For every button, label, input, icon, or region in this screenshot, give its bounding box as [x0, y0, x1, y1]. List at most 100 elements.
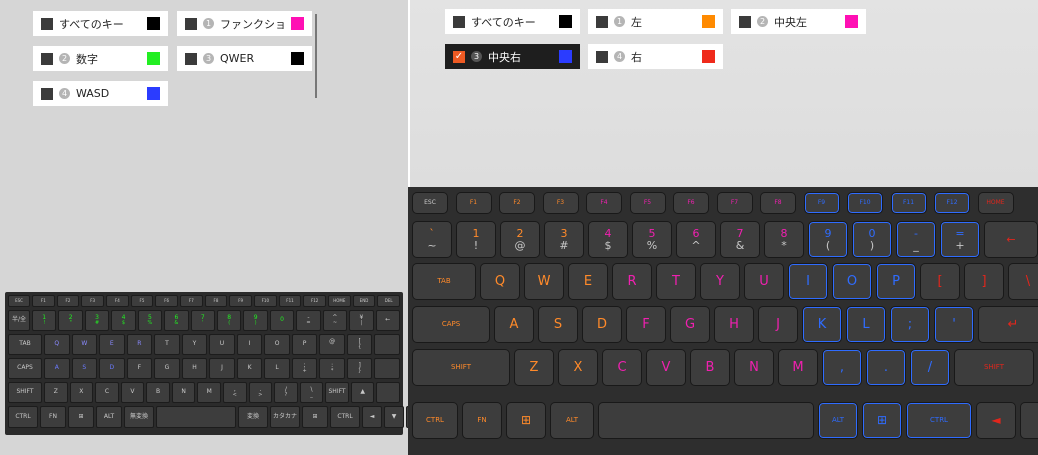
number-key: 7 & — [720, 221, 760, 258]
key-legend: SHIFT — [984, 362, 1004, 371]
fn-key: F10 — [847, 192, 883, 214]
key-legend: I — [248, 340, 251, 348]
left-zone-chip[interactable]: 1 ファンクショ... — [177, 11, 312, 36]
mini-key: J — [209, 358, 235, 379]
zone-color-swatch[interactable] — [291, 17, 304, 30]
key-shift-legend: { — [358, 344, 362, 351]
mini-key: T — [154, 334, 180, 355]
key-legend: F1 — [469, 198, 478, 206]
letter-key: Z — [514, 349, 554, 386]
mini-key: Q — [44, 334, 70, 355]
mini-key: ⊞ — [68, 406, 94, 428]
zone-color-swatch[interactable] — [702, 15, 715, 28]
key-legend: W — [537, 273, 551, 289]
zone-color-swatch[interactable] — [147, 52, 160, 65]
zone-number-badge: 2 — [59, 53, 70, 64]
fn-key: HOME — [977, 192, 1014, 214]
zone-color-swatch[interactable] — [147, 87, 160, 100]
zone-color-swatch[interactable] — [559, 50, 572, 63]
key-legend: I — [806, 273, 810, 289]
right-zone-chip[interactable]: 2 中央左 — [731, 9, 866, 34]
key-legend: F11 — [286, 297, 294, 303]
mini-key: DEL — [377, 295, 400, 307]
key-legend: 1 — [472, 226, 480, 240]
key-legend: K — [817, 316, 827, 332]
mini-key: [{ — [346, 334, 373, 355]
mini-key: ▼ — [384, 406, 404, 428]
key-legend: P — [302, 340, 307, 348]
key-legend: P — [892, 273, 900, 289]
checkbox-icon[interactable] — [739, 15, 751, 28]
left-zone-chip[interactable]: すべてのキー — [33, 11, 168, 36]
left-lighting-panel: すべてのキー1ファンクショ...2数字3QWER4WASD ESCF1F2F3F… — [0, 0, 408, 455]
modifier-key: ALT — [550, 402, 594, 439]
letter-key: / — [910, 349, 950, 386]
checkbox-icon[interactable] — [185, 17, 197, 30]
key-legend: ◄ — [369, 412, 375, 420]
zone-color-swatch[interactable] — [291, 52, 304, 65]
zone-label: WASD — [76, 87, 110, 100]
checkbox-icon[interactable] — [596, 50, 608, 63]
left-zone-chip[interactable]: 3 QWER — [177, 46, 312, 71]
checkbox-icon[interactable] — [41, 87, 53, 100]
key-legend: F8 — [774, 198, 782, 206]
letter-key: U — [744, 263, 784, 300]
mini-key: F3 — [81, 295, 104, 307]
key-legend: D — [109, 364, 115, 372]
key-legend: カタカナ — [272, 412, 297, 420]
zone-color-swatch[interactable] — [702, 50, 715, 63]
key-legend: \ — [1025, 273, 1031, 289]
key-legend: C — [104, 388, 110, 396]
letter-key: B — [690, 349, 730, 386]
letter-key: ' — [934, 306, 974, 343]
right-zone-chip[interactable]: 1左 — [588, 9, 723, 34]
key-shift-legend: # — [94, 320, 100, 327]
zone-color-swatch[interactable] — [147, 17, 160, 30]
zone-color-swatch[interactable] — [559, 15, 572, 28]
key-legend: H — [729, 316, 739, 332]
key-legend: D — [596, 316, 607, 332]
mini-key: . > — [248, 382, 273, 403]
mini-key: F — [126, 358, 153, 379]
zone-color-swatch[interactable] — [845, 15, 858, 28]
mini-key: 2 " — [58, 310, 83, 331]
right-zone-chip[interactable]: ✓ 3 中央右 — [445, 44, 580, 69]
mini-key: SHIFT — [8, 382, 42, 403]
key-shift-legend: = — [306, 320, 311, 327]
modifier-key: ◄ — [976, 402, 1016, 439]
number-key: 9( — [808, 221, 848, 258]
checkbox-icon[interactable] — [41, 52, 53, 65]
checkbox-icon[interactable] — [453, 15, 465, 28]
letter-key: , — [822, 349, 862, 386]
zone-list-scrollbar[interactable] — [315, 14, 317, 98]
key-legend: F — [642, 316, 650, 332]
right-zone-chip[interactable]: 4右 — [588, 44, 723, 69]
number-key: 2 @ — [500, 221, 540, 258]
key-legend: HOME — [986, 198, 1005, 206]
checkbox-icon[interactable] — [41, 17, 53, 30]
right-zone-chip[interactable]: すべてのキー — [445, 9, 580, 34]
left-zone-chip[interactable]: 4 WASD — [33, 81, 168, 106]
key-legend: . — [883, 359, 889, 375]
mini-key — [156, 406, 236, 428]
key-legend: CAPS — [17, 364, 33, 372]
checkbox-icon[interactable] — [596, 15, 608, 28]
mini-key: @ ` — [319, 334, 345, 355]
key-legend: V — [130, 388, 135, 396]
key-legend: ALT — [565, 415, 578, 424]
key-shift-legend: @ — [514, 238, 526, 252]
letter-key: \ — [1008, 263, 1038, 300]
key-legend: Z — [53, 388, 58, 396]
checkbox-icon[interactable] — [185, 52, 197, 65]
key-legend: ] — [981, 273, 987, 289]
mini-key: , < — [223, 382, 247, 403]
key-legend: T — [165, 340, 169, 348]
key-shift-legend: ~ — [332, 320, 338, 327]
checkbox-checked-icon[interactable]: ✓ — [453, 50, 465, 63]
left-zone-chip[interactable]: 2 数字 — [33, 46, 168, 71]
key-legend: U — [759, 273, 769, 289]
key-shift-legend: ~ — [427, 238, 437, 252]
mini-key: H — [181, 358, 208, 379]
mini-key: ALT — [96, 406, 122, 428]
key-shift-legend: ? — [284, 392, 288, 399]
